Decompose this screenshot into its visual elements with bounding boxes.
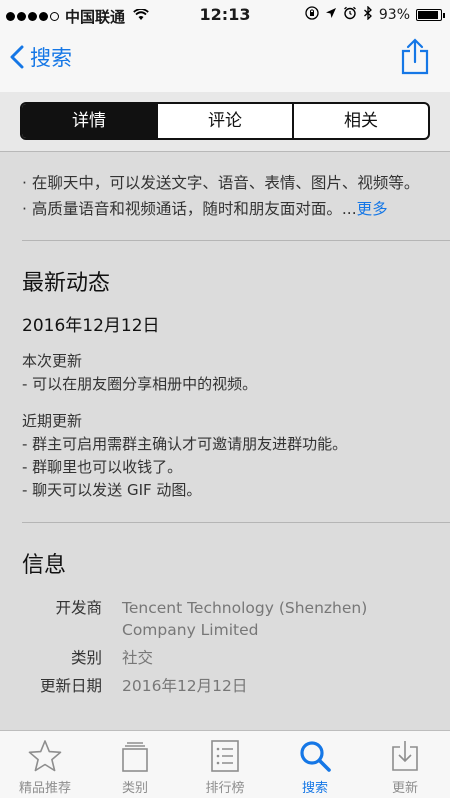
content-scroll[interactable]: · 在聊天中，可以发送文字、语音、表情、图片、视频等。 · 高质量语音和视频通话… xyxy=(0,152,450,730)
info-title: 信息 xyxy=(22,553,67,578)
info-key: 更新日期 xyxy=(39,677,102,695)
battery-percent: 93% xyxy=(378,7,410,23)
current-update-notes: 本次更新 - 可以在朋友圈分享相册中的视频。 xyxy=(0,350,450,396)
info-table: 开发商 Tencent Technology (Shenzhen) Compan… xyxy=(0,597,450,697)
segment-related[interactable]: 相关 xyxy=(292,104,428,138)
note-item: - 聊天可以发送 GIF 动图。 xyxy=(22,481,202,499)
orientation-lock-icon xyxy=(305,6,319,24)
share-icon xyxy=(401,38,429,75)
whats-new-date: 2016年12月12日 xyxy=(22,316,160,336)
share-button[interactable] xyxy=(400,38,430,80)
back-button[interactable]: 搜索 xyxy=(10,42,72,72)
tab-updates[interactable]: 更新 xyxy=(360,731,450,798)
tab-label: 搜索 xyxy=(301,781,328,796)
info-value: 社交 xyxy=(122,649,154,667)
info-value: Tencent Technology (Shenzhen) Company Li… xyxy=(122,599,368,639)
location-icon xyxy=(325,7,337,23)
top-charts-icon xyxy=(211,740,239,772)
tab-label: 更新 xyxy=(391,781,418,796)
note-item: - 群主可启用需群主确认才可邀请朋友进群功能。 xyxy=(22,435,348,453)
tab-label: 精品推荐 xyxy=(18,781,71,796)
info-row-developer: 开发商 Tencent Technology (Shenzhen) Compan… xyxy=(0,597,450,641)
back-button-label: 搜索 xyxy=(30,46,72,70)
tab-label: 排行榜 xyxy=(205,781,245,796)
info-row-updated: 更新日期 2016年12月12日 xyxy=(0,675,450,697)
divider xyxy=(22,240,450,241)
note-item: - 群聊里也可以收钱了。 xyxy=(22,458,183,476)
recent-update-notes: 近期更新 - 群主可启用需群主确认才可邀请朋友进群功能。 - 群聊里也可以收钱了… xyxy=(0,410,450,502)
updates-icon xyxy=(392,741,418,771)
segment-bar: 详情 评论 相关 xyxy=(0,92,450,152)
navigation-bar: 搜索 xyxy=(0,30,450,92)
alarm-icon xyxy=(343,6,357,24)
current-update-heading: 本次更新 xyxy=(22,352,83,370)
chevron-left-icon xyxy=(10,45,24,69)
info-key: 类别 xyxy=(70,649,102,667)
description-line: · 在聊天中，可以发送文字、语音、表情、图片、视频等。 xyxy=(22,174,420,192)
tab-bar: 精品推荐 类别 排行榜 搜索 更新 xyxy=(0,730,450,798)
info-value: 2016年12月12日 xyxy=(122,677,248,695)
description-line: · 高质量语音和视频通话，随时和朋友面对面。...更多 xyxy=(22,196,428,222)
star-icon xyxy=(28,740,62,772)
recent-update-heading: 近期更新 xyxy=(22,412,83,430)
tab-top-charts[interactable]: 排行榜 xyxy=(180,731,270,798)
bluetooth-icon xyxy=(363,5,373,24)
divider xyxy=(22,522,450,523)
status-right: 93% xyxy=(305,5,445,24)
whats-new-title: 最新动态 xyxy=(22,271,111,296)
categories-icon xyxy=(122,742,148,772)
info-row-category: 类别 社交 xyxy=(0,647,450,669)
tab-search[interactable]: 搜索 xyxy=(270,731,360,798)
tab-featured[interactable]: 精品推荐 xyxy=(0,731,90,798)
segment-details[interactable]: 详情 xyxy=(22,104,156,138)
search-icon xyxy=(300,741,331,772)
segmented-control: 详情 评论 相关 xyxy=(20,102,430,140)
note-item: - 可以在朋友圈分享相册中的视频。 xyxy=(22,375,258,393)
tab-categories[interactable]: 类别 xyxy=(90,731,180,798)
segment-reviews[interactable]: 评论 xyxy=(156,104,292,138)
battery-icon xyxy=(416,9,445,21)
tab-label: 类别 xyxy=(121,781,148,796)
info-key: 开发商 xyxy=(55,599,102,617)
status-bar: 中国联通 12:13 93% xyxy=(0,0,450,30)
description-line-text: · 高质量语音和视频通话，随时和朋友面对面。... xyxy=(22,200,357,218)
app-description: · 在聊天中，可以发送文字、语音、表情、图片、视频等。 · 高质量语音和视频通话… xyxy=(0,152,450,222)
more-link[interactable]: 更多 xyxy=(357,200,388,218)
